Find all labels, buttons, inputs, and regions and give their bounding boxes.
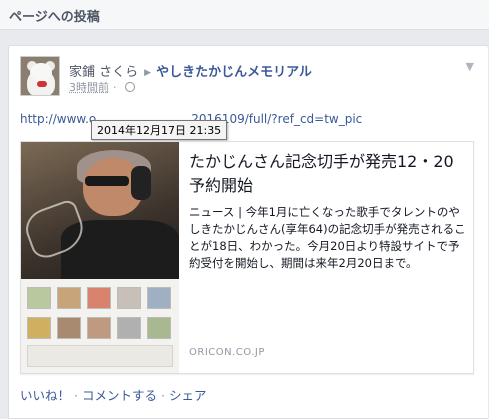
share-link[interactable]: シェア [169, 388, 207, 403]
attachment-domain: ORICON.CO.JP [189, 347, 265, 358]
stamp [27, 317, 51, 339]
post-actions: いいね！ · コメントする · シェア [20, 385, 207, 404]
chevron-down-icon[interactable]: ▼ [466, 60, 474, 73]
timestamp-tooltip: 2014年12月17日 21:35 [91, 120, 228, 140]
attachment-description: ニュース | 今年1月に亡くなった歌手でタレントのやしきたかじんさん(享年64)… [189, 205, 466, 270]
comment-link[interactable]: コメントする [82, 388, 157, 403]
attachment-text: たかじんさん記念切手が発売12・20予約開始 ニュース | 今年1月に亡くなった… [189, 150, 467, 272]
stamp [27, 287, 51, 309]
author-name[interactable]: 家鋪 さくら [69, 65, 138, 80]
triangle-right-icon: ▶ [144, 68, 152, 78]
photo-headphone [131, 166, 151, 200]
target-page-link[interactable]: やしきたかじんメモリアル [156, 65, 312, 80]
stamp-sheet [21, 279, 179, 373]
stamp [87, 287, 111, 309]
avatar-bow [37, 81, 47, 87]
photo-glasses [85, 176, 129, 186]
post-card: 家鋪 さくら ▶ やしきたかじんメモリアル 3時間前 · ▼ http://www.o… [8, 45, 488, 419]
page-header: ページへの投稿 [0, 0, 489, 30]
author-line: 家鋪 さくら ▶ やしきたかじんメモリアル [69, 61, 312, 80]
stamp [117, 287, 141, 309]
attachment-image[interactable] [21, 142, 179, 373]
post-link-start[interactable]: http://www.o [20, 112, 96, 126]
stamp [57, 317, 81, 339]
avatar[interactable] [20, 56, 60, 96]
like-link[interactable]: いいね！ [20, 388, 70, 403]
action-separator: · [161, 388, 165, 403]
stamp [117, 317, 141, 339]
action-separator: · [74, 388, 78, 403]
globe-icon[interactable] [124, 82, 135, 92]
avatar-bear-head [30, 63, 52, 81]
stamp [147, 287, 171, 309]
stamp-sheet-footer [27, 345, 173, 367]
post-timestamp[interactable]: 3時間前 [69, 81, 109, 94]
stamp [87, 317, 111, 339]
stamp [147, 317, 171, 339]
attachment-title[interactable]: たかじんさん記念切手が発売12・20予約開始 [189, 150, 467, 198]
meta-separator: · [113, 81, 117, 94]
post-meta: 3時間前 · [69, 79, 135, 95]
link-attachment[interactable]: たかじんさん記念切手が発売12・20予約開始 ニュース | 今年1月に亡くなった… [20, 141, 474, 374]
stamp [57, 287, 81, 309]
page-title: ページへの投稿 [9, 10, 100, 25]
